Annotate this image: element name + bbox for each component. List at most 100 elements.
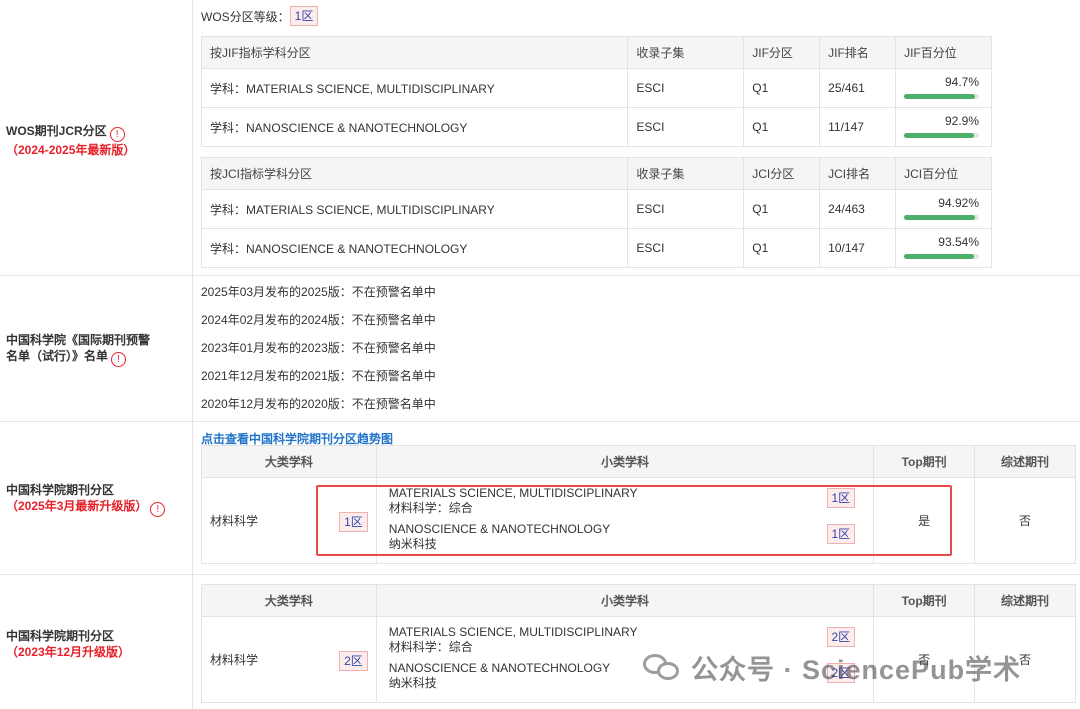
- jci-header-quartile: JCI分区: [743, 157, 821, 190]
- sub-category-cn: 纳米科技: [388, 537, 437, 551]
- section-divider: [0, 574, 1080, 575]
- sub-category-cn: 材料科学：综合: [388, 501, 473, 515]
- jci-header-rank: JCI排名: [819, 157, 897, 190]
- header-review: 综述期刊: [974, 584, 1076, 617]
- jif-header-subject: 按JIF指标学科分区: [200, 36, 629, 69]
- quartile-cell: Q1: [743, 189, 821, 229]
- sub-category-tier: 1区: [826, 524, 856, 544]
- percentile-cell: 94.92%: [895, 189, 992, 229]
- percentile-bar: [904, 254, 979, 259]
- big-category-tier: 2区: [339, 651, 368, 671]
- list-item: 2024年02月发布的2024版：不在预警名单中: [201, 313, 436, 327]
- wos-level-badge: 1区: [289, 6, 319, 26]
- sub-category-en: NANOSCIENCE & NANOTECHNOLOGY: [388, 522, 611, 536]
- rank-cell: 24/463: [819, 189, 897, 229]
- wos-jcr-title: WOS期刊JCR分区: [6, 124, 107, 138]
- sub-category-en: MATERIALS SCIENCE, MULTIDISCIPLINARY: [388, 625, 638, 639]
- jif-table: 按JIF指标学科分区 收录子集 JIF分区 JIF排名 JIF百分位 学科：MA…: [200, 36, 992, 147]
- header-top: Top期刊: [873, 445, 976, 478]
- header-sub-category: 小类学科: [375, 584, 875, 617]
- jci-header-percentile: JCI百分位: [895, 157, 992, 190]
- section-divider: [0, 275, 1080, 276]
- cas2023-header-row: 大类学科 小类学科 Top期刊 综述期刊: [201, 584, 1076, 617]
- list-item: 2021年12月发布的2021版：不在预警名单中: [201, 369, 436, 383]
- percentile-fill: [904, 254, 975, 259]
- percentile-fill: [904, 215, 976, 220]
- cas2025-edition: （2025年3月最新升级版）: [6, 499, 148, 513]
- jci-table: 按JCI指标学科分区 收录子集 JCI分区 JCI排名 JCI百分位 学科：MA…: [200, 157, 992, 268]
- subset-cell: ESCI: [627, 189, 745, 229]
- header-review: 综述期刊: [974, 445, 1076, 478]
- list-item: 2023年01月发布的2023版：不在预警名单中: [201, 341, 436, 355]
- big-category-cell: 材料科学 1区: [201, 477, 377, 564]
- wechat-icon: [643, 652, 683, 684]
- cas2025-label: 中国科学院期刊分区 （2025年3月最新升级版）!: [6, 482, 166, 517]
- list-item: 2020年12月发布的2020版：不在预警名单中: [201, 397, 436, 411]
- cas2023-title: 中国科学院期刊分区: [6, 629, 115, 643]
- sub-category-tier: 1区: [826, 488, 856, 508]
- cas2023-label: 中国科学院期刊分区 （2023年12月升级版）: [6, 628, 130, 660]
- percentile-value: 94.92%: [938, 196, 979, 210]
- info-icon[interactable]: !: [109, 127, 125, 142]
- wechat-watermark: 公众号 · SciencePub学术: [643, 648, 1021, 687]
- wos-level-label: WOS分区等级：: [201, 9, 290, 24]
- big-category-name: 材料科学: [210, 653, 259, 667]
- header-big-category: 大类学科: [201, 584, 377, 617]
- rank-cell: 11/147: [819, 107, 897, 147]
- list-item: 2025年03月发布的2025版：不在预警名单中: [201, 285, 436, 299]
- cas2025-header-row: 大类学科 小类学科 Top期刊 综述期刊: [201, 445, 1076, 478]
- big-category-cell: 材料科学 2区: [201, 616, 377, 703]
- cas2025-title: 中国科学院期刊分区: [6, 483, 115, 497]
- subset-cell: ESCI: [627, 68, 745, 108]
- percentile-value: 92.9%: [944, 114, 979, 128]
- percentile-value: 94.7%: [944, 75, 979, 89]
- warning-list: 2025年03月发布的2025版：不在预警名单中 2024年02月发布的2024…: [201, 283, 436, 423]
- jif-header-quartile: JIF分区: [743, 36, 821, 69]
- table-row: 学科：NANOSCIENCE & NANOTECHNOLOGY ESCI Q1 …: [200, 107, 992, 147]
- quartile-cell: Q1: [743, 68, 821, 108]
- percentile-cell: 94.7%: [895, 68, 992, 108]
- big-category-tier: 1区: [339, 512, 368, 532]
- wos-jcr-label: WOS期刊JCR分区! （2024-2025年最新版）: [6, 123, 135, 158]
- percentile-bar: [904, 133, 979, 138]
- jci-header-subset: 收录子集: [627, 157, 745, 190]
- table-row: 学科：MATERIALS SCIENCE, MULTIDISCIPLINARY …: [200, 189, 992, 229]
- percentile-cell: 92.9%: [895, 107, 992, 147]
- rank-cell: 10/147: [819, 228, 897, 268]
- subject-cell: 学科：MATERIALS SCIENCE, MULTIDISCIPLINARY: [200, 68, 629, 108]
- percentile-bar: [904, 215, 979, 220]
- quartile-cell: Q1: [743, 228, 821, 268]
- subset-cell: ESCI: [627, 107, 745, 147]
- subject-cell: 学科：NANOSCIENCE & NANOTECHNOLOGY: [200, 107, 629, 147]
- sub-category-en: MATERIALS SCIENCE, MULTIDISCIPLINARY: [388, 486, 638, 500]
- jif-header-rank: JIF排名: [819, 36, 897, 69]
- wos-level: WOS分区等级： 1区: [201, 6, 319, 26]
- table-row: 材料科学 1区 MATERIALS SCIENCE, MULTIDISCIPLI…: [201, 477, 1076, 564]
- info-icon[interactable]: !: [150, 502, 166, 517]
- sub-category-item: MATERIALS SCIENCE, MULTIDISCIPLINARY 材料科…: [389, 486, 861, 516]
- percentile-value: 93.54%: [938, 235, 979, 249]
- subject-cell: 学科：NANOSCIENCE & NANOTECHNOLOGY: [200, 228, 629, 268]
- header-big-category: 大类学科: [201, 445, 377, 478]
- sub-category-tier: 2区: [826, 627, 856, 647]
- section-divider: [0, 421, 1080, 422]
- percentile-bar: [904, 94, 979, 99]
- warning-title-line1: 中国科学院《国际期刊预警: [6, 333, 151, 347]
- jci-header-subject: 按JCI指标学科分区: [200, 157, 629, 190]
- info-icon[interactable]: !: [111, 352, 127, 367]
- cas2023-edition: （2023年12月升级版）: [6, 645, 131, 659]
- percentile-fill: [904, 94, 976, 99]
- sub-category-item: NANOSCIENCE & NANOTECHNOLOGY 纳米科技 1区: [389, 522, 861, 552]
- table-row: 学科：NANOSCIENCE & NANOTECHNOLOGY ESCI Q1 …: [200, 228, 992, 268]
- warning-title-line2: 名单（试行）》名单: [6, 349, 109, 363]
- jif-header-percentile: JIF百分位: [895, 36, 992, 69]
- review-journal-cell: 否: [974, 477, 1076, 564]
- quartile-cell: Q1: [743, 107, 821, 147]
- subject-cell: 学科：MATERIALS SCIENCE, MULTIDISCIPLINARY: [200, 189, 629, 229]
- big-category-name: 材料科学: [210, 514, 259, 528]
- table-row: 学科：MATERIALS SCIENCE, MULTIDISCIPLINARY …: [200, 68, 992, 108]
- watermark-text: 公众号 · SciencePub学术: [691, 655, 1022, 685]
- sub-category-cell: MATERIALS SCIENCE, MULTIDISCIPLINARY 材料科…: [375, 477, 875, 564]
- jci-header-row: 按JCI指标学科分区 收录子集 JCI分区 JCI排名 JCI百分位: [200, 157, 992, 190]
- jif-header-subset: 收录子集: [627, 36, 745, 69]
